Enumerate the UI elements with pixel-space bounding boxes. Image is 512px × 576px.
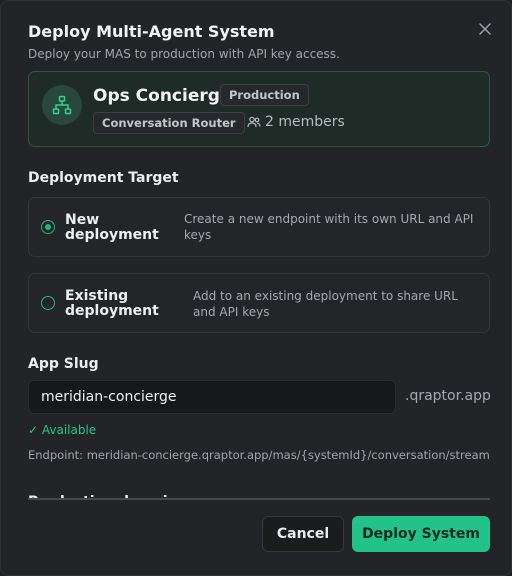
hierarchy-icon: [52, 95, 72, 115]
deploy-dialog: Deploy Multi-Agent System Deploy your MA…: [0, 0, 512, 576]
app-slug-label: App Slug: [28, 356, 99, 372]
close-icon: [479, 23, 491, 35]
type-badge: Conversation Router: [93, 112, 245, 134]
availability-status: ✓ Available: [28, 423, 97, 437]
users-icon: [247, 116, 261, 128]
option-description: Add to an existing deployment to share U…: [193, 289, 458, 319]
radio-new-deployment[interactable]: [41, 220, 55, 234]
option-existing-deployment[interactable]: Existing deployment Add to an existing d…: [28, 273, 490, 333]
cancel-button[interactable]: Cancel: [262, 516, 344, 552]
dialog-subtitle: Deploy your MAS to production with API k…: [28, 47, 340, 61]
system-name: Ops Concierge: [93, 86, 232, 106]
option-description: Create a new endpoint with its own URL a…: [184, 212, 474, 242]
deployment-target-label: Deployment Target: [28, 170, 179, 186]
deploy-system-button[interactable]: Deploy System: [352, 516, 490, 552]
radio-existing-deployment[interactable]: [41, 296, 55, 310]
option-new-deployment[interactable]: New deployment Create a new endpoint wit…: [28, 197, 490, 257]
environment-badge: Production: [220, 84, 309, 106]
option-title: New deployment: [65, 212, 159, 243]
dialog-title: Deploy Multi-Agent System: [28, 22, 275, 41]
option-title: Existing deployment: [65, 288, 159, 319]
system-card: Ops Concierge Production Conversation Ro…: [28, 71, 490, 147]
members-count: 2 members: [247, 114, 345, 130]
system-avatar: [42, 85, 82, 125]
domain-suffix: .qraptor.app: [405, 388, 491, 404]
close-button[interactable]: [475, 19, 495, 39]
scroll-divider: [28, 498, 490, 500]
app-slug-input[interactable]: [28, 380, 396, 414]
endpoint-url: Endpoint: meridian-concierge.qraptor.app…: [28, 448, 490, 462]
members-label: 2 members: [265, 114, 345, 130]
